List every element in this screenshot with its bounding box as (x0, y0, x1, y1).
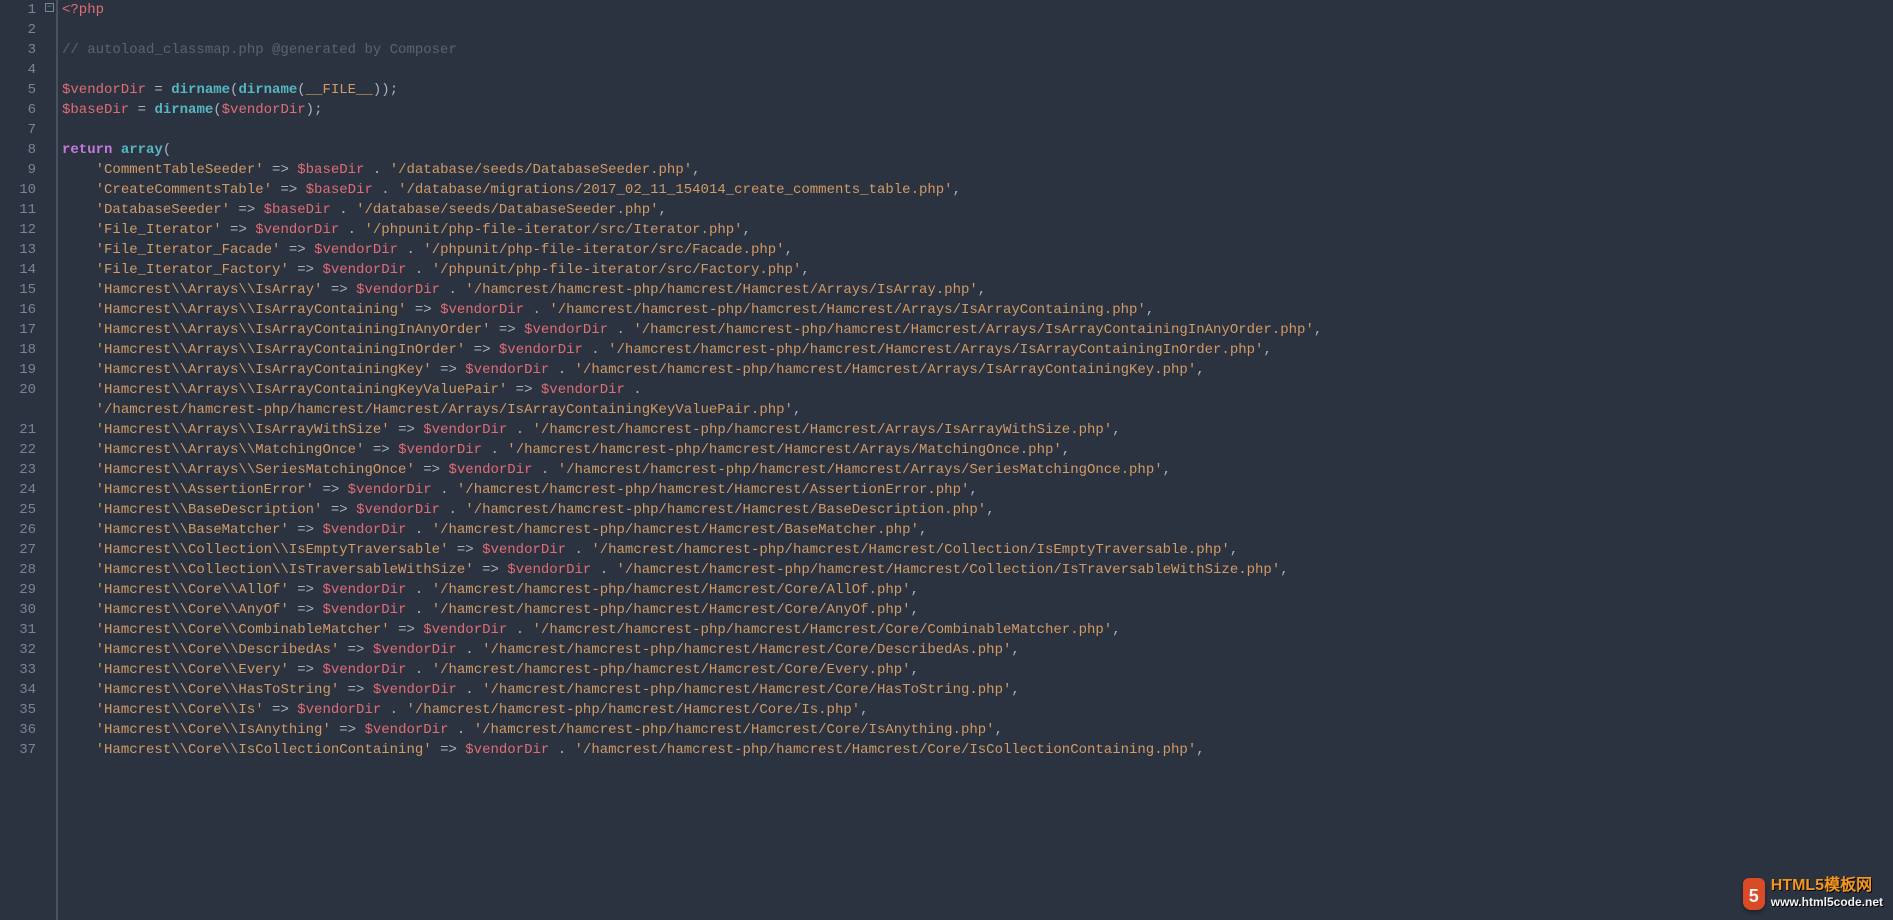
line-number[interactable]: 30 (0, 600, 36, 620)
line-number[interactable]: 23 (0, 460, 36, 480)
line-number[interactable]: 19 (0, 360, 36, 380)
line-number[interactable] (0, 400, 36, 420)
line-number[interactable]: 34 (0, 680, 36, 700)
line-number[interactable]: 13 (0, 240, 36, 260)
line-number[interactable]: 37 (0, 740, 36, 760)
line-number[interactable]: 6 (0, 100, 36, 120)
line-number[interactable]: 12 (0, 220, 36, 240)
line-number[interactable]: 17 (0, 320, 36, 340)
watermark-title: HTML5模板网 (1771, 878, 1883, 894)
code-line[interactable]: $vendorDir = dirname(dirname(__FILE__)); (62, 80, 1893, 100)
fold-toggle-icon[interactable]: − (45, 3, 54, 12)
code-line[interactable] (62, 60, 1893, 80)
line-number[interactable]: 14 (0, 260, 36, 280)
code-line[interactable]: 'DatabaseSeeder' => $baseDir . '/databas… (62, 200, 1893, 220)
fold-column[interactable]: − (44, 0, 56, 920)
code-line[interactable]: 'Hamcrest\\Core\\HasToString' => $vendor… (62, 680, 1893, 700)
code-area[interactable]: <?php // autoload_classmap.php @generate… (56, 0, 1893, 920)
line-number[interactable]: 16 (0, 300, 36, 320)
code-line[interactable]: 'Hamcrest\\Collection\\IsTraversableWith… (62, 560, 1893, 580)
code-line[interactable]: $baseDir = dirname($vendorDir); (62, 100, 1893, 120)
code-line[interactable]: 'Hamcrest\\Arrays\\IsArrayContaining' =>… (62, 300, 1893, 320)
code-line[interactable]: 'Hamcrest\\Core\\AllOf' => $vendorDir . … (62, 580, 1893, 600)
line-number[interactable]: 36 (0, 720, 36, 740)
line-number-gutter[interactable]: 1234567891011121314151617181920212223242… (0, 0, 44, 920)
line-number[interactable]: 27 (0, 540, 36, 560)
line-number[interactable]: 22 (0, 440, 36, 460)
line-number[interactable]: 33 (0, 660, 36, 680)
code-line[interactable]: 'CreateCommentsTable' => $baseDir . '/da… (62, 180, 1893, 200)
line-number[interactable]: 15 (0, 280, 36, 300)
line-number[interactable]: 3 (0, 40, 36, 60)
code-line[interactable]: 'File_Iterator_Facade' => $vendorDir . '… (62, 240, 1893, 260)
line-number[interactable]: 32 (0, 640, 36, 660)
line-number[interactable]: 10 (0, 180, 36, 200)
line-number[interactable]: 4 (0, 60, 36, 80)
line-number[interactable]: 35 (0, 700, 36, 720)
code-line[interactable]: 'Hamcrest\\Core\\DescribedAs' => $vendor… (62, 640, 1893, 660)
code-line[interactable]: return array( (62, 140, 1893, 160)
code-editor[interactable]: 1234567891011121314151617181920212223242… (0, 0, 1893, 920)
line-number[interactable]: 11 (0, 200, 36, 220)
code-line[interactable]: 'Hamcrest\\Core\\CombinableMatcher' => $… (62, 620, 1893, 640)
code-line[interactable]: 'Hamcrest\\Core\\IsAnything' => $vendorD… (62, 720, 1893, 740)
code-line[interactable]: 'File_Iterator' => $vendorDir . '/phpuni… (62, 220, 1893, 240)
code-line[interactable]: 'Hamcrest\\AssertionError' => $vendorDir… (62, 480, 1893, 500)
code-line[interactable]: 'Hamcrest\\Core\\AnyOf' => $vendorDir . … (62, 600, 1893, 620)
line-number[interactable]: 26 (0, 520, 36, 540)
watermark: 5 HTML5模板网 www.html5code.net (1743, 878, 1883, 910)
code-line[interactable]: 'Hamcrest\\Core\\Is' => $vendorDir . '/h… (62, 700, 1893, 720)
code-line[interactable]: 'Hamcrest\\Arrays\\IsArrayContainingInAn… (62, 320, 1893, 340)
line-number[interactable]: 18 (0, 340, 36, 360)
code-line[interactable]: // autoload_classmap.php @generated by C… (62, 40, 1893, 60)
code-line[interactable]: <?php (62, 0, 1893, 20)
line-number[interactable]: 7 (0, 120, 36, 140)
code-line[interactable]: 'CommentTableSeeder' => $baseDir . '/dat… (62, 160, 1893, 180)
code-line[interactable]: 'Hamcrest\\Collection\\IsEmptyTraversabl… (62, 540, 1893, 560)
watermark-url: www.html5code.net (1771, 894, 1883, 910)
code-line[interactable]: 'Hamcrest\\Arrays\\IsArrayWithSize' => $… (62, 420, 1893, 440)
line-number[interactable]: 2 (0, 20, 36, 40)
line-number[interactable]: 1 (0, 0, 36, 20)
html5-badge-icon: 5 (1743, 878, 1765, 910)
line-number[interactable]: 24 (0, 480, 36, 500)
code-line[interactable] (62, 20, 1893, 40)
code-line[interactable]: 'Hamcrest\\Arrays\\SeriesMatchingOnce' =… (62, 460, 1893, 480)
line-number[interactable]: 20 (0, 380, 36, 400)
watermark-text: HTML5模板网 www.html5code.net (1771, 878, 1883, 910)
code-line[interactable]: 'Hamcrest\\BaseMatcher' => $vendorDir . … (62, 520, 1893, 540)
code-line[interactable]: 'Hamcrest\\Arrays\\IsArrayContainingInOr… (62, 340, 1893, 360)
code-line[interactable]: 'File_Iterator_Factory' => $vendorDir . … (62, 260, 1893, 280)
code-line[interactable]: '/hamcrest/hamcrest-php/hamcrest/Hamcres… (62, 400, 1893, 420)
code-line[interactable]: 'Hamcrest\\Arrays\\IsArray' => $vendorDi… (62, 280, 1893, 300)
code-line[interactable]: 'Hamcrest\\Core\\IsCollectionContaining'… (62, 740, 1893, 760)
line-number[interactable]: 25 (0, 500, 36, 520)
code-line[interactable]: 'Hamcrest\\Arrays\\IsArrayContainingKey'… (62, 360, 1893, 380)
line-number[interactable]: 5 (0, 80, 36, 100)
code-line[interactable] (62, 120, 1893, 140)
line-number[interactable]: 8 (0, 140, 36, 160)
code-line[interactable]: 'Hamcrest\\Core\\Every' => $vendorDir . … (62, 660, 1893, 680)
code-line[interactable]: 'Hamcrest\\Arrays\\MatchingOnce' => $ven… (62, 440, 1893, 460)
line-number[interactable]: 31 (0, 620, 36, 640)
line-number[interactable]: 21 (0, 420, 36, 440)
line-number[interactable]: 9 (0, 160, 36, 180)
line-number[interactable]: 28 (0, 560, 36, 580)
code-line[interactable]: 'Hamcrest\\BaseDescription' => $vendorDi… (62, 500, 1893, 520)
code-line[interactable]: 'Hamcrest\\Arrays\\IsArrayContainingKeyV… (62, 380, 1893, 400)
line-number[interactable]: 29 (0, 580, 36, 600)
